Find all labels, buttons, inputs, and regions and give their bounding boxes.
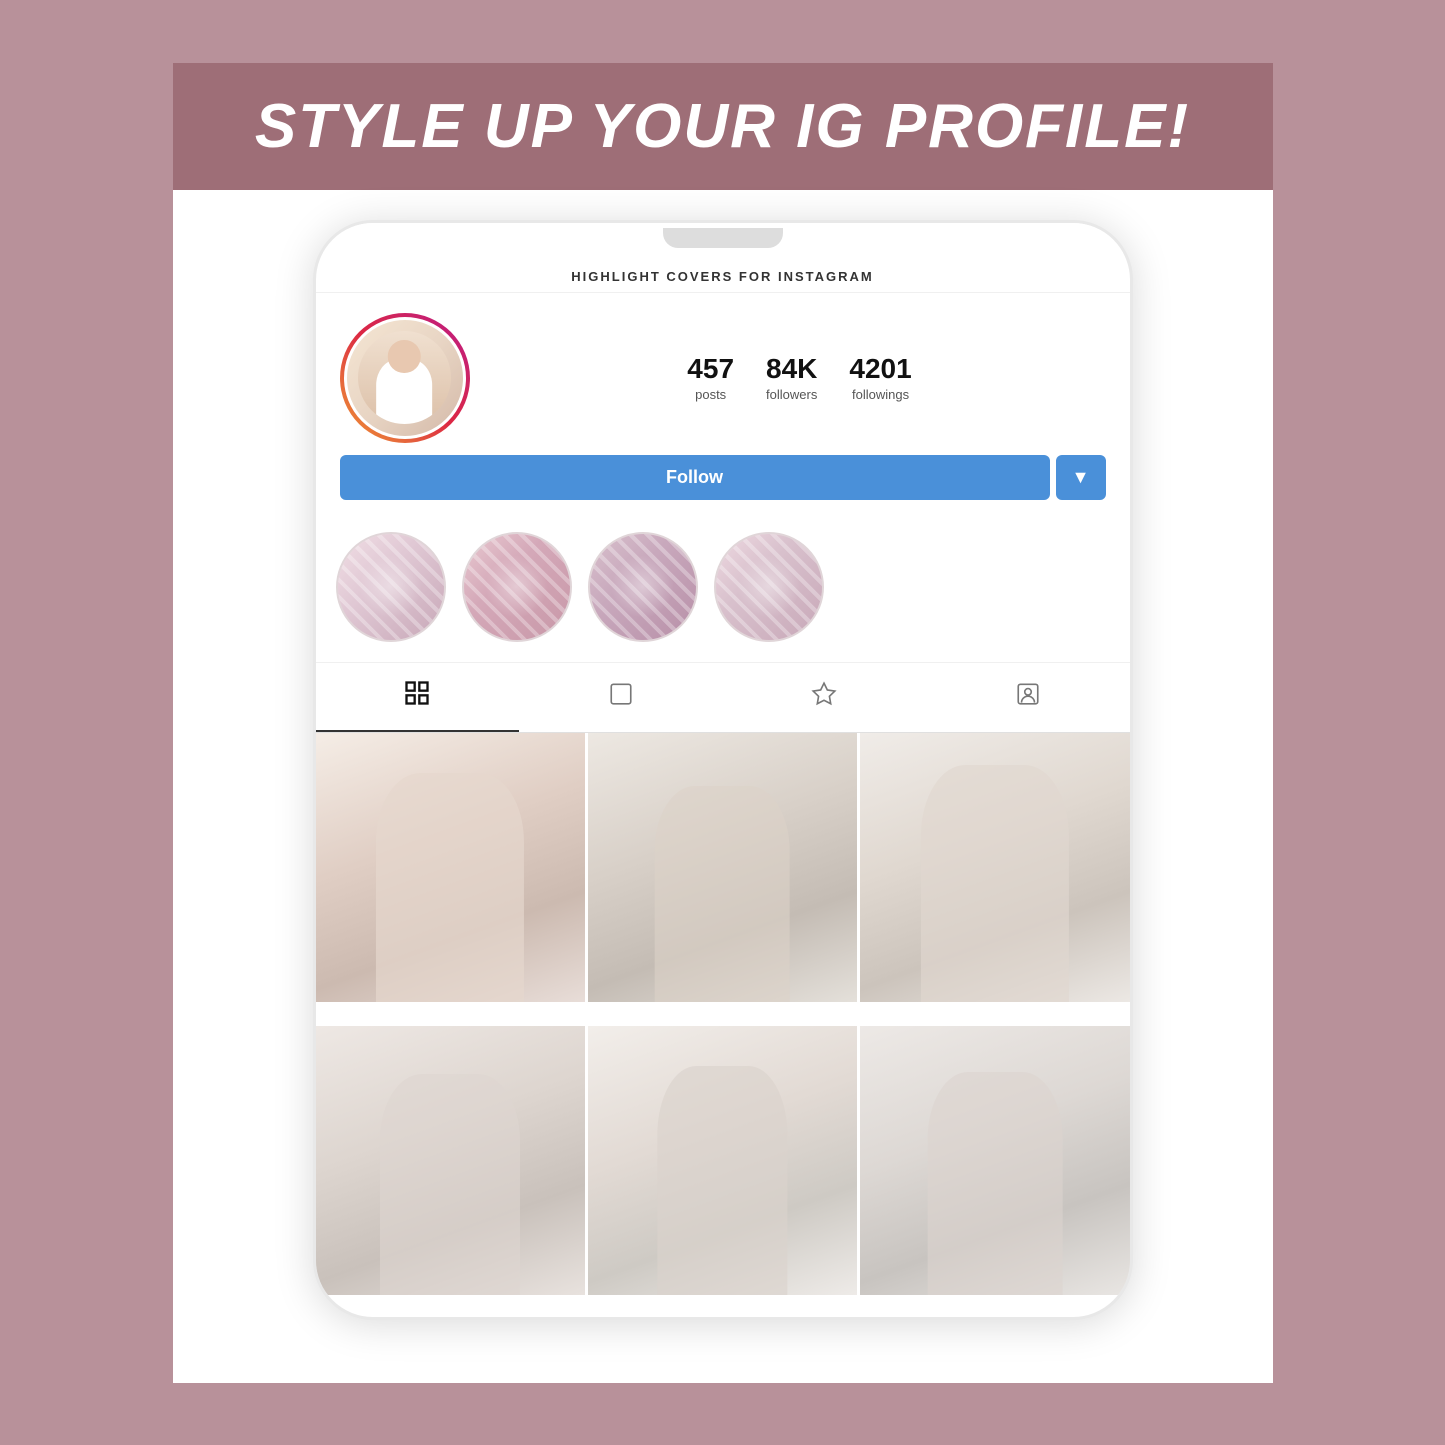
highlight-2[interactable] — [462, 532, 572, 642]
highlight-circle-1 — [336, 532, 446, 642]
dropdown-button[interactable]: ▼ — [1056, 455, 1106, 500]
tabs-section — [316, 663, 1130, 733]
highlight-pattern-2 — [464, 534, 570, 640]
feed-icon — [608, 681, 634, 714]
highlight-4[interactable] — [714, 532, 824, 642]
posts-label: posts — [695, 387, 726, 402]
posts-stat: 457 posts — [687, 353, 734, 402]
avatar-inner — [344, 317, 466, 439]
photo-cell-4 — [316, 1026, 585, 1295]
followings-stat: 4201 followings — [849, 353, 911, 402]
highlight-pattern-3 — [590, 534, 696, 640]
followers-label: followers — [766, 387, 817, 402]
photo-cell-1 — [316, 733, 585, 1002]
profile-section: 457 posts 84K followers 4201 followings — [316, 293, 1130, 455]
follow-button[interactable]: Follow — [340, 455, 1050, 500]
highlight-circle-2 — [462, 532, 572, 642]
followings-label: followings — [852, 387, 909, 402]
highlight-pattern-4 — [716, 534, 822, 640]
tab-tagged[interactable] — [926, 663, 1130, 732]
main-container: STYLE UP YOUR IG PROFILE! HIGHLIGHT COVE… — [173, 63, 1273, 1383]
silk-swirl-2 — [464, 534, 570, 640]
follow-section: Follow ▼ — [316, 455, 1130, 516]
avatar-ring — [340, 313, 470, 443]
followings-count: 4201 — [849, 353, 911, 385]
phone-top-bar — [316, 223, 1130, 253]
highlight-circle-4 — [714, 532, 824, 642]
silk-swirl-1 — [338, 534, 444, 640]
highlights-section — [316, 516, 1130, 663]
stats-section: 457 posts 84K followers 4201 followings — [494, 353, 1106, 402]
grid-icon — [403, 679, 431, 714]
photo-cell-3 — [860, 733, 1129, 1002]
ig-header: HIGHLIGHT COVERS FOR INSTAGRAM — [316, 253, 1130, 293]
photo-cell-2 — [588, 733, 857, 1002]
title-banner: STYLE UP YOUR IG PROFILE! — [173, 63, 1273, 190]
tab-grid[interactable] — [316, 663, 520, 732]
followers-stat: 84K followers — [766, 353, 817, 402]
silk-swirl-3 — [590, 534, 696, 640]
silk-swirl-4 — [716, 534, 822, 640]
tab-saved[interactable] — [723, 663, 927, 732]
star-icon — [811, 681, 837, 714]
photo-cell-6 — [860, 1026, 1129, 1295]
highlight-pattern-1 — [338, 534, 444, 640]
phone-notch — [663, 228, 783, 248]
posts-count: 457 — [687, 353, 734, 385]
tab-feed[interactable] — [519, 663, 723, 732]
title-text: STYLE UP YOUR IG PROFILE! — [213, 91, 1233, 162]
followers-count: 84K — [766, 353, 817, 385]
person-icon — [1015, 681, 1041, 714]
highlight-1[interactable] — [336, 532, 446, 642]
highlight-3[interactable] — [588, 532, 698, 642]
avatar-figure — [358, 331, 451, 424]
photo-grid — [316, 733, 1130, 1317]
phone-mockup: HIGHLIGHT COVERS FOR INSTAGRAM 457 posts… — [313, 220, 1133, 1320]
photo-cell-5 — [588, 1026, 857, 1295]
highlight-circle-3 — [588, 532, 698, 642]
